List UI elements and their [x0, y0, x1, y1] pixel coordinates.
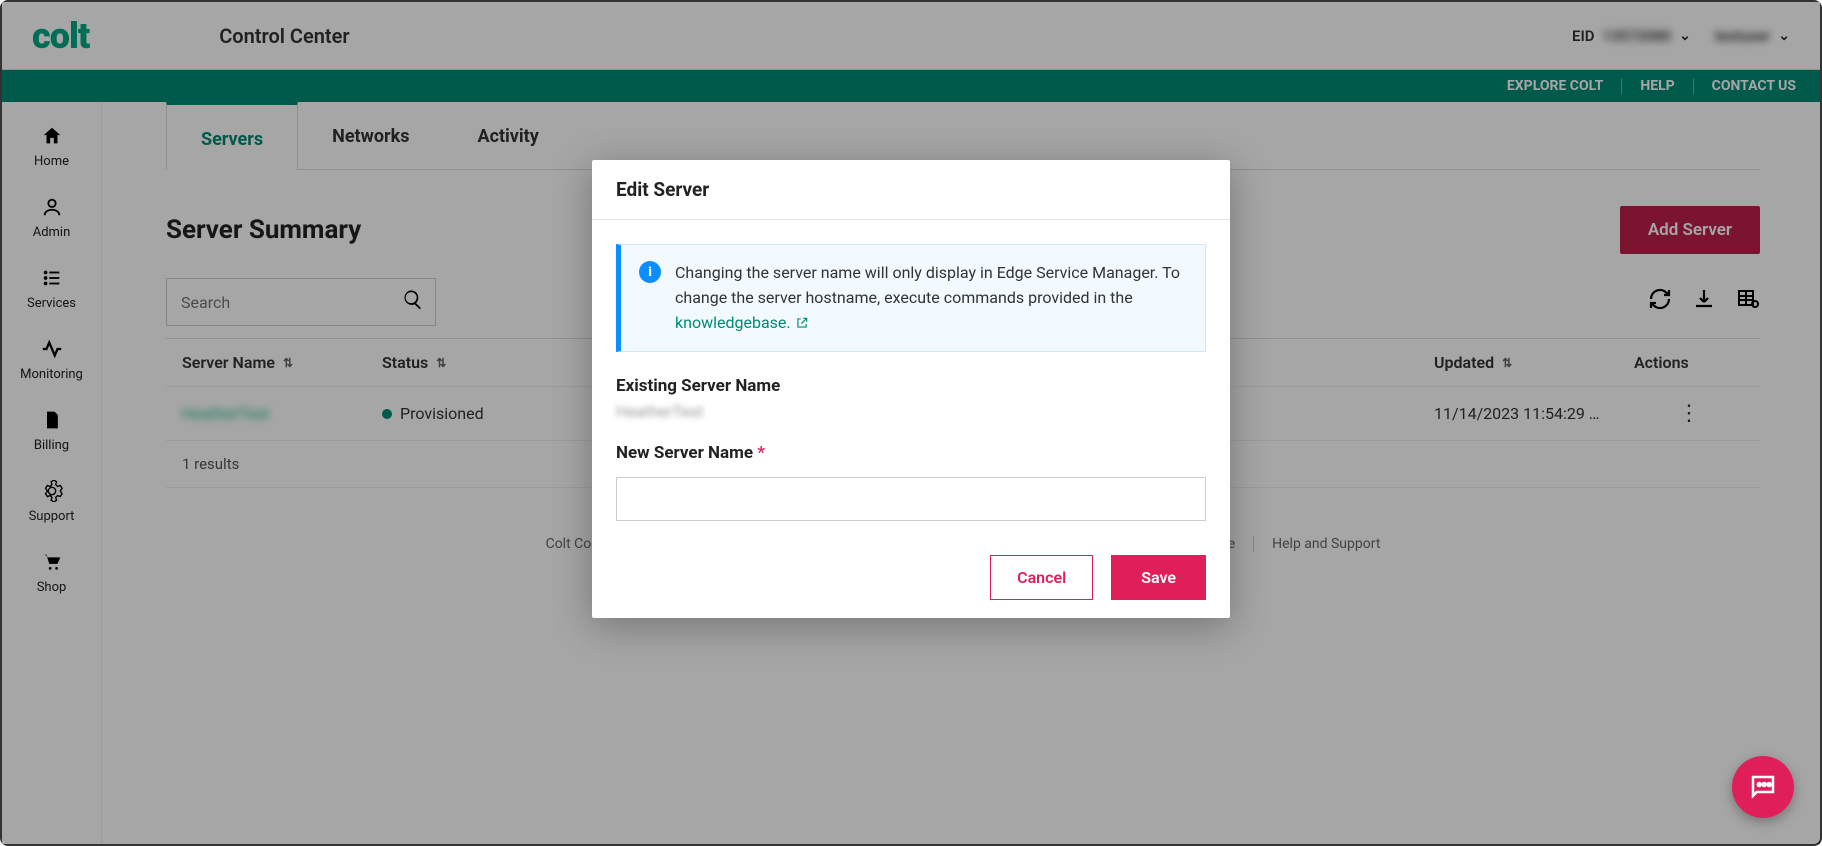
required-indicator: *: [757, 443, 765, 463]
chat-fab[interactable]: [1732, 756, 1794, 818]
cancel-button[interactable]: Cancel: [990, 555, 1093, 600]
existing-name-value: HeatherTest: [616, 402, 1206, 421]
link-label: knowledgebase.: [675, 313, 791, 332]
existing-name-label: Existing Server Name: [616, 376, 1206, 396]
chat-icon: [1748, 772, 1778, 802]
new-server-name-input[interactable]: [616, 477, 1206, 521]
label-text: New Server Name: [616, 443, 753, 463]
info-text: Changing the server name will only displ…: [675, 261, 1187, 335]
external-link-icon: [795, 316, 809, 330]
save-button[interactable]: Save: [1111, 555, 1206, 600]
knowledgebase-link[interactable]: knowledgebase.: [675, 313, 809, 332]
info-icon: i: [639, 261, 661, 283]
info-text-body: Changing the server name will only displ…: [675, 263, 1180, 307]
modal-actions: Cancel Save: [592, 555, 1230, 600]
info-box: i Changing the server name will only dis…: [616, 244, 1206, 352]
modal-overlay[interactable]: Edit Server i Changing the server name w…: [2, 2, 1820, 844]
modal-title: Edit Server: [592, 160, 1230, 220]
edit-server-modal: Edit Server i Changing the server name w…: [592, 160, 1230, 618]
new-name-label: New Server Name *: [616, 443, 1206, 463]
modal-body: i Changing the server name will only dis…: [592, 220, 1230, 545]
